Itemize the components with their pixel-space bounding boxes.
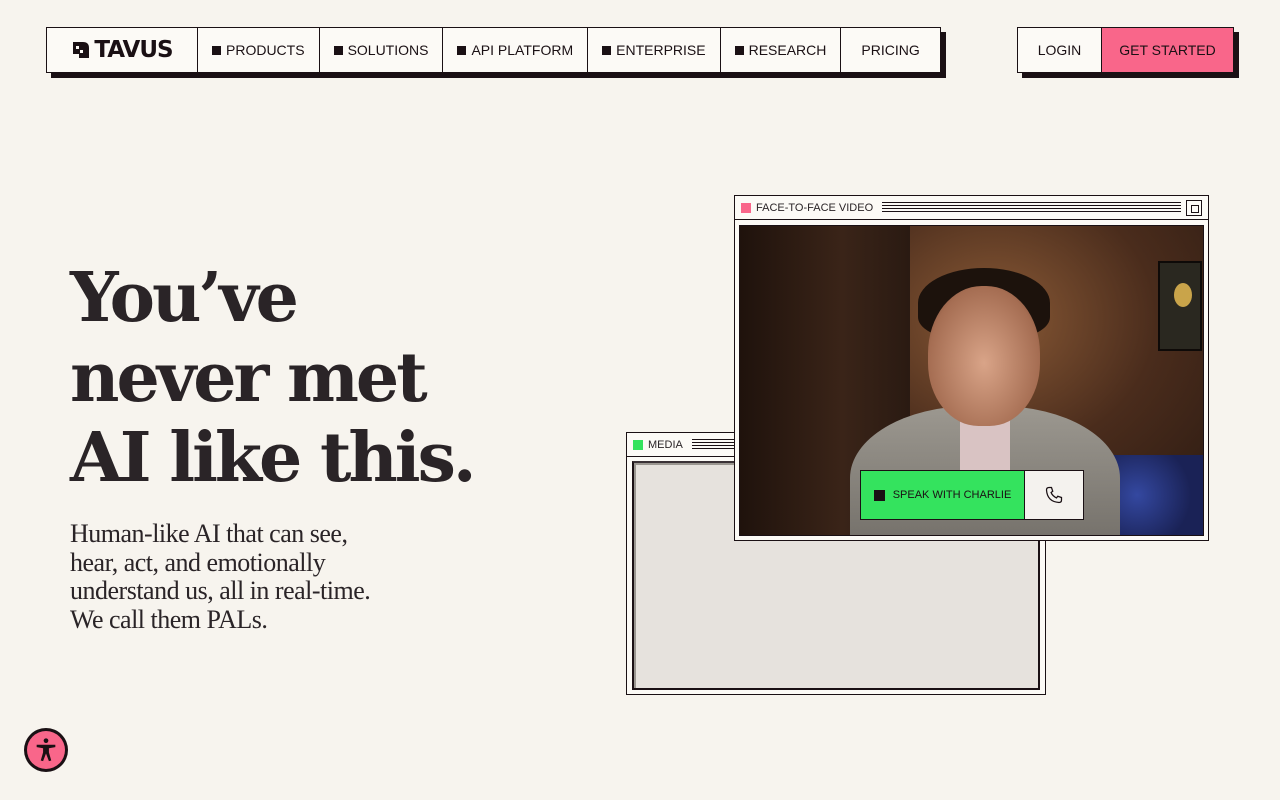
video-titlebar[interactable]: FACE-TO-FACE VIDEO [735, 196, 1208, 220]
headline-line: never met [70, 338, 428, 418]
speak-with-charlie-button[interactable]: SPEAK WITH CHARLIE [861, 471, 1025, 519]
nav-item-label: API PLATFORM [471, 42, 574, 58]
video-window-title: FACE-TO-FACE VIDEO [756, 201, 874, 214]
nav-item-label: RESEARCH [748, 42, 827, 58]
nav-item-label: PRODUCTS [226, 42, 305, 58]
accessibility-button[interactable] [24, 728, 68, 772]
wall-poster [1158, 261, 1202, 351]
call-controls: SPEAK WITH CHARLIE [860, 470, 1084, 520]
headline-line: You’ve [70, 258, 299, 338]
get-started-button[interactable]: GET STARTED [1102, 28, 1233, 72]
nav-item-pricing[interactable]: PRICING [841, 28, 939, 72]
media-window-title: MEDIA [648, 438, 683, 451]
tavus-logo-icon [73, 42, 90, 58]
person-face [928, 286, 1040, 426]
hero-headline: You’ve never met AI like this. [70, 258, 490, 498]
main-nav: TAVUS PRODUCTS SOLUTIONS API PLATFORM EN… [46, 27, 941, 73]
square-icon [873, 489, 885, 501]
brand-name: TAVUS [94, 37, 173, 63]
speak-label: SPEAK WITH CHARLIE [892, 489, 1012, 501]
nav-item-api-platform[interactable]: API PLATFORM [443, 28, 589, 72]
login-button[interactable]: LOGIN [1018, 28, 1102, 72]
hero-subtext: Human-like AI that can see, hear, act, a… [70, 519, 371, 634]
nav-item-label: PRICING [861, 42, 920, 58]
phone-button[interactable] [1025, 471, 1083, 519]
square-icon [212, 45, 221, 55]
titlebar-stripes [882, 201, 1181, 214]
nav-item-research[interactable]: RESEARCH [721, 28, 842, 72]
maximize-icon[interactable] [1186, 199, 1202, 216]
accessibility-icon-bg [27, 731, 65, 769]
nav-item-enterprise[interactable]: ENTERPRISE [588, 28, 721, 72]
square-icon [333, 45, 343, 55]
status-indicator [741, 202, 751, 213]
status-indicator [633, 439, 643, 450]
nav-item-solutions[interactable]: SOLUTIONS [320, 28, 444, 72]
nav-item-products[interactable]: PRODUCTS [198, 28, 320, 72]
accessibility-icon [36, 738, 56, 762]
nav-item-label: SOLUTIONS [347, 42, 429, 58]
nav-item-label: ENTERPRISE [616, 42, 706, 58]
tavus-logo[interactable]: TAVUS [47, 28, 198, 72]
headline-line: AI like this. [70, 418, 477, 498]
square-icon [457, 45, 467, 55]
square-icon [602, 45, 612, 55]
square-icon [734, 45, 744, 55]
auth-buttons: LOGIN GET STARTED [1017, 27, 1234, 73]
phone-icon [1045, 486, 1063, 504]
